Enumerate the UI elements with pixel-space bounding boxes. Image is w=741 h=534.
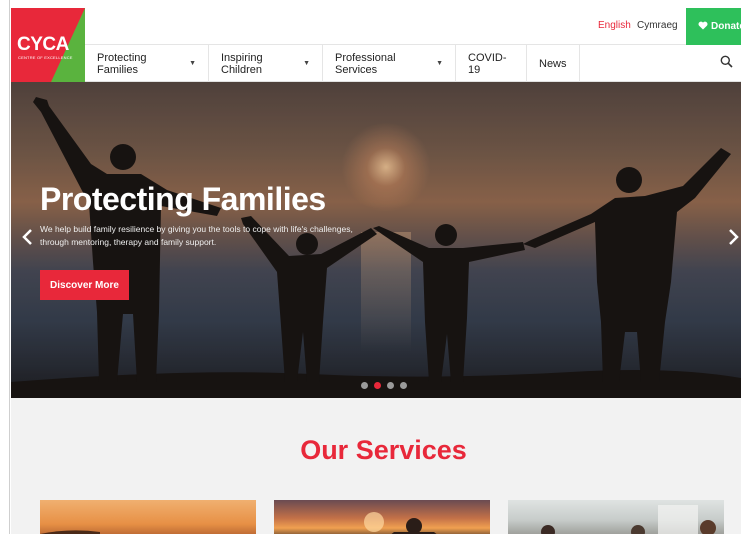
language-welsh-link[interactable]: Cymraeg bbox=[637, 20, 678, 31]
heart-icon bbox=[698, 21, 708, 33]
service-card-photo bbox=[364, 512, 437, 534]
hero-description: We help build family resilience by givin… bbox=[40, 224, 353, 247]
top-bar: English Cymraeg Donate bbox=[85, 8, 741, 45]
hero-title: Protecting Families bbox=[40, 181, 326, 217]
service-card-image[interactable] bbox=[508, 500, 724, 534]
nav-item-label: News bbox=[539, 57, 567, 70]
slider-dot-active[interactable] bbox=[374, 382, 381, 389]
slider-dot[interactable] bbox=[387, 382, 394, 389]
nav-item-label: Protecting Families bbox=[97, 51, 147, 76]
services-title: Our Services bbox=[300, 435, 467, 465]
slider-pagination bbox=[361, 382, 407, 389]
search-button[interactable] bbox=[711, 45, 741, 82]
caret-down-icon: ▼ bbox=[189, 60, 196, 67]
donate-button[interactable]: Donate bbox=[686, 8, 741, 45]
page: CYCA CENTRE OF EXCELLENCE English Cymrae… bbox=[0, 0, 741, 534]
site-logo[interactable]: CYCA CENTRE OF EXCELLENCE bbox=[11, 8, 85, 82]
logo-text: CYCA bbox=[17, 34, 69, 55]
nav-item-news[interactable]: News bbox=[527, 45, 580, 82]
nav-item-covid-19[interactable]: COVID-19 bbox=[456, 45, 527, 82]
chevron-left-icon[interactable] bbox=[21, 228, 33, 252]
nav-item-label: COVID-19 bbox=[468, 51, 507, 76]
service-card-photo bbox=[541, 505, 716, 534]
search-icon bbox=[720, 55, 733, 73]
browser-left-edge bbox=[0, 0, 10, 534]
main-navigation: Protecting Families ▼ Inspiring Children… bbox=[85, 45, 741, 82]
chevron-right-icon[interactable] bbox=[728, 228, 740, 252]
nav-item-label: Inspiring Children bbox=[221, 51, 263, 76]
nav-item-protecting-families[interactable]: Protecting Families ▼ bbox=[85, 45, 209, 82]
language-english-link[interactable]: English bbox=[598, 20, 631, 31]
service-card-image[interactable] bbox=[274, 500, 490, 534]
service-card-image[interactable] bbox=[40, 500, 256, 534]
caret-down-icon: ▼ bbox=[436, 60, 443, 67]
slider-dot[interactable] bbox=[361, 382, 368, 389]
services-section: Our Services bbox=[11, 398, 741, 534]
logo-subtext: CENTRE OF EXCELLENCE bbox=[18, 55, 73, 60]
donate-label: Donate bbox=[711, 21, 741, 32]
hero-slider: Protecting Families We help build family… bbox=[11, 82, 741, 398]
nav-item-label: Professional Services bbox=[335, 51, 396, 76]
service-card-photo bbox=[40, 530, 100, 534]
discover-more-button[interactable]: Discover More bbox=[40, 270, 129, 300]
nav-item-inspiring-children[interactable]: Inspiring Children ▼ bbox=[209, 45, 323, 82]
slider-dot[interactable] bbox=[400, 382, 407, 389]
caret-down-icon: ▼ bbox=[303, 60, 310, 67]
nav-item-professional-services[interactable]: Professional Services ▼ bbox=[323, 45, 456, 82]
